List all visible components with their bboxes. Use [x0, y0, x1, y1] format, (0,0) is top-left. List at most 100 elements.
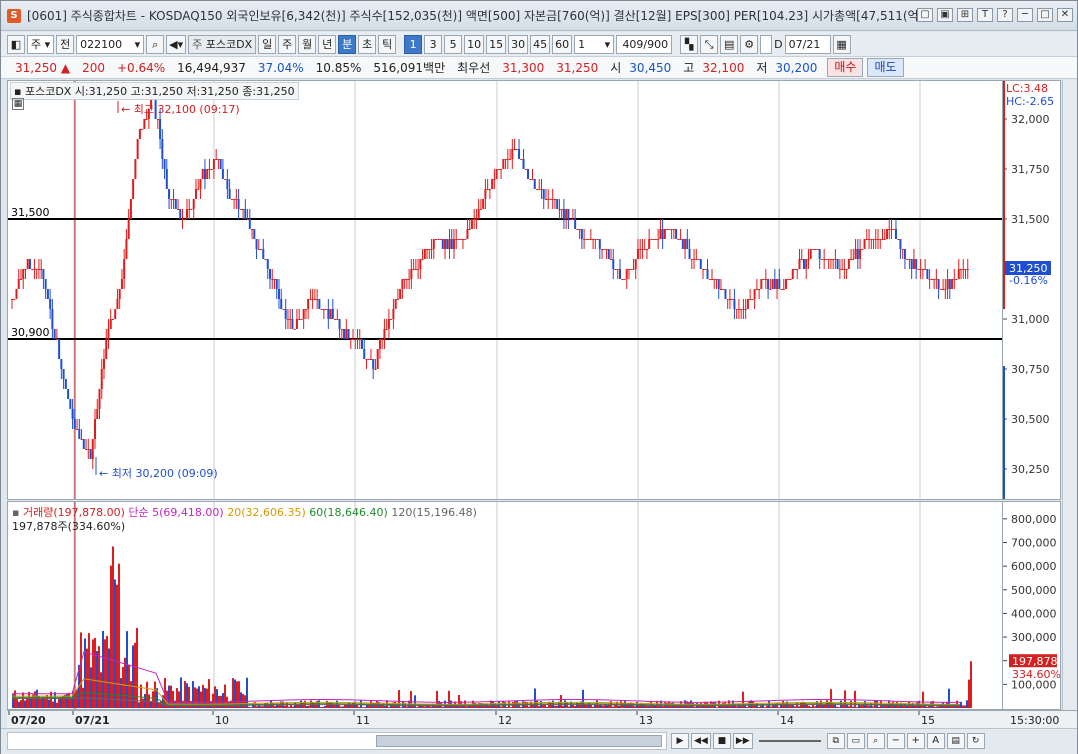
candle	[964, 269, 967, 270]
interval-3[interactable]: 3	[424, 34, 443, 54]
period-day[interactable]: 일	[258, 34, 277, 54]
magnify-icon[interactable]: ⌕	[866, 733, 885, 749]
code-input[interactable]: 022100 ▾	[76, 34, 145, 54]
interval-10[interactable]: 10	[464, 34, 485, 54]
panel-icon[interactable]: ◧	[7, 34, 25, 54]
candle	[841, 269, 844, 270]
search-icon[interactable]: ⌕	[146, 34, 165, 54]
candle	[374, 369, 377, 370]
open-price: 30,450	[629, 60, 672, 75]
interval-15[interactable]: 15	[486, 34, 507, 54]
interval-60[interactable]: 60	[552, 34, 573, 54]
period-month[interactable]: 월	[298, 34, 317, 54]
candle	[64, 379, 67, 389]
save-icon[interactable]: ▤	[720, 34, 739, 54]
y-tick-label: 32,000	[1011, 113, 1050, 126]
help-icon[interactable]: ?	[997, 8, 1013, 22]
volume-bar	[18, 701, 20, 708]
layout-icon[interactable]: ▢	[917, 8, 933, 22]
volume-bar	[592, 706, 594, 708]
date-input[interactable]: 07/21	[784, 34, 831, 54]
period-tick[interactable]: 틱	[378, 34, 397, 54]
copy-icon[interactable]: ▣	[937, 8, 953, 22]
stop-button[interactable]: ■	[712, 733, 731, 749]
interval-1[interactable]: 1	[404, 34, 423, 54]
interval-5[interactable]: 5	[444, 34, 463, 54]
fast-forward-button[interactable]: ▶▶	[732, 733, 753, 749]
candle	[381, 339, 384, 340]
candle	[455, 239, 458, 240]
candle	[31, 269, 34, 270]
volume-bar	[934, 706, 936, 708]
candle	[80, 439, 83, 440]
count-field[interactable]: 409/900	[616, 34, 673, 54]
zoom-out-icon[interactable]: −	[886, 733, 905, 749]
multiplier-select[interactable]: 1 ▾	[574, 34, 615, 54]
font-icon[interactable]: A	[926, 733, 945, 749]
candle	[897, 239, 900, 240]
candle	[823, 259, 826, 260]
interval-30[interactable]: 30	[508, 34, 529, 54]
horizontal-scrollbar[interactable]	[7, 732, 667, 750]
candle	[46, 289, 49, 299]
minimize-button[interactable]: ─	[1017, 8, 1033, 22]
rewind-button[interactable]: ◀◀	[691, 733, 711, 749]
period-minute[interactable]: 분	[338, 34, 357, 54]
candle	[385, 329, 388, 330]
zoom-in-icon[interactable]: +	[906, 733, 925, 749]
candle	[419, 259, 422, 269]
close-button[interactable]: ✕	[1057, 8, 1073, 22]
prefix-button[interactable]: 전	[56, 34, 75, 54]
market-select[interactable]: 주 ▾	[27, 34, 55, 54]
volume-bar	[814, 706, 816, 708]
indicator-icon[interactable]: ▚	[680, 34, 699, 54]
candle	[35, 269, 38, 270]
candle	[746, 299, 749, 309]
candle	[919, 269, 922, 270]
volume-bar	[400, 707, 402, 708]
volume-chart[interactable]	[8, 502, 1002, 709]
price-chart-panel[interactable]: 31,500 30,900 ← 최고 32,100 (09:17) ← 최저 30,2…	[7, 80, 1003, 500]
candle	[201, 169, 204, 179]
calendar-icon[interactable]: ▦	[832, 34, 851, 54]
sell-button[interactable]: 매도	[867, 58, 904, 77]
volume-bar	[778, 707, 780, 708]
period-year[interactable]: 년	[318, 34, 337, 54]
candle	[185, 209, 188, 219]
zoom-slider[interactable]	[755, 733, 825, 749]
candle	[125, 239, 128, 259]
period-second[interactable]: 초	[358, 34, 377, 54]
scroll-thumb[interactable]	[376, 735, 662, 747]
print-icon[interactable]: ▤	[946, 733, 965, 749]
x-tick-label: 11	[356, 714, 370, 727]
candle	[134, 159, 137, 179]
zoom-fit-icon[interactable]: ⧉	[826, 733, 845, 749]
candle	[336, 319, 339, 320]
volume-bar	[52, 701, 54, 708]
maximize-button[interactable]: □	[1037, 8, 1053, 22]
text-icon[interactable]: T	[977, 8, 993, 22]
scroll-left-button[interactable]: ▶	[671, 733, 689, 749]
volume-chart-panel[interactable]: ▪ 거래량(197,878.00) 단순 5(69,418.00) 20(32,…	[7, 501, 1003, 710]
refresh-icon[interactable]: ↻	[966, 733, 985, 749]
period-week[interactable]: 주	[278, 34, 297, 54]
high-annotation: ← 최고 32,100 (09:17)	[117, 101, 240, 116]
speaker-icon[interactable]: ◀▾	[166, 34, 187, 54]
grid-icon[interactable]: ⊞	[957, 8, 973, 22]
volume-bar	[716, 707, 718, 708]
table-icon[interactable]: ▦	[12, 98, 24, 110]
y-tick-label: 700,000	[1011, 536, 1057, 549]
candle	[127, 219, 130, 239]
vertical-scrollbar[interactable]	[1062, 80, 1077, 710]
tool-icon[interactable]: ⤡	[700, 34, 719, 54]
candle	[461, 239, 464, 240]
candle	[387, 319, 390, 329]
zoom-area-icon[interactable]: ▭	[846, 733, 865, 749]
interval-45[interactable]: 45	[530, 34, 551, 54]
candle	[430, 249, 433, 250]
settings-gear-icon[interactable]: ⚙	[740, 34, 759, 54]
buy-button[interactable]: 매수	[827, 58, 864, 77]
candle	[264, 259, 267, 260]
d-checkbox[interactable]	[760, 34, 773, 54]
price-chart[interactable]: 31,500 30,900 ← 최고 32,100 (09:17) ← 최저 30,2…	[8, 81, 1002, 499]
